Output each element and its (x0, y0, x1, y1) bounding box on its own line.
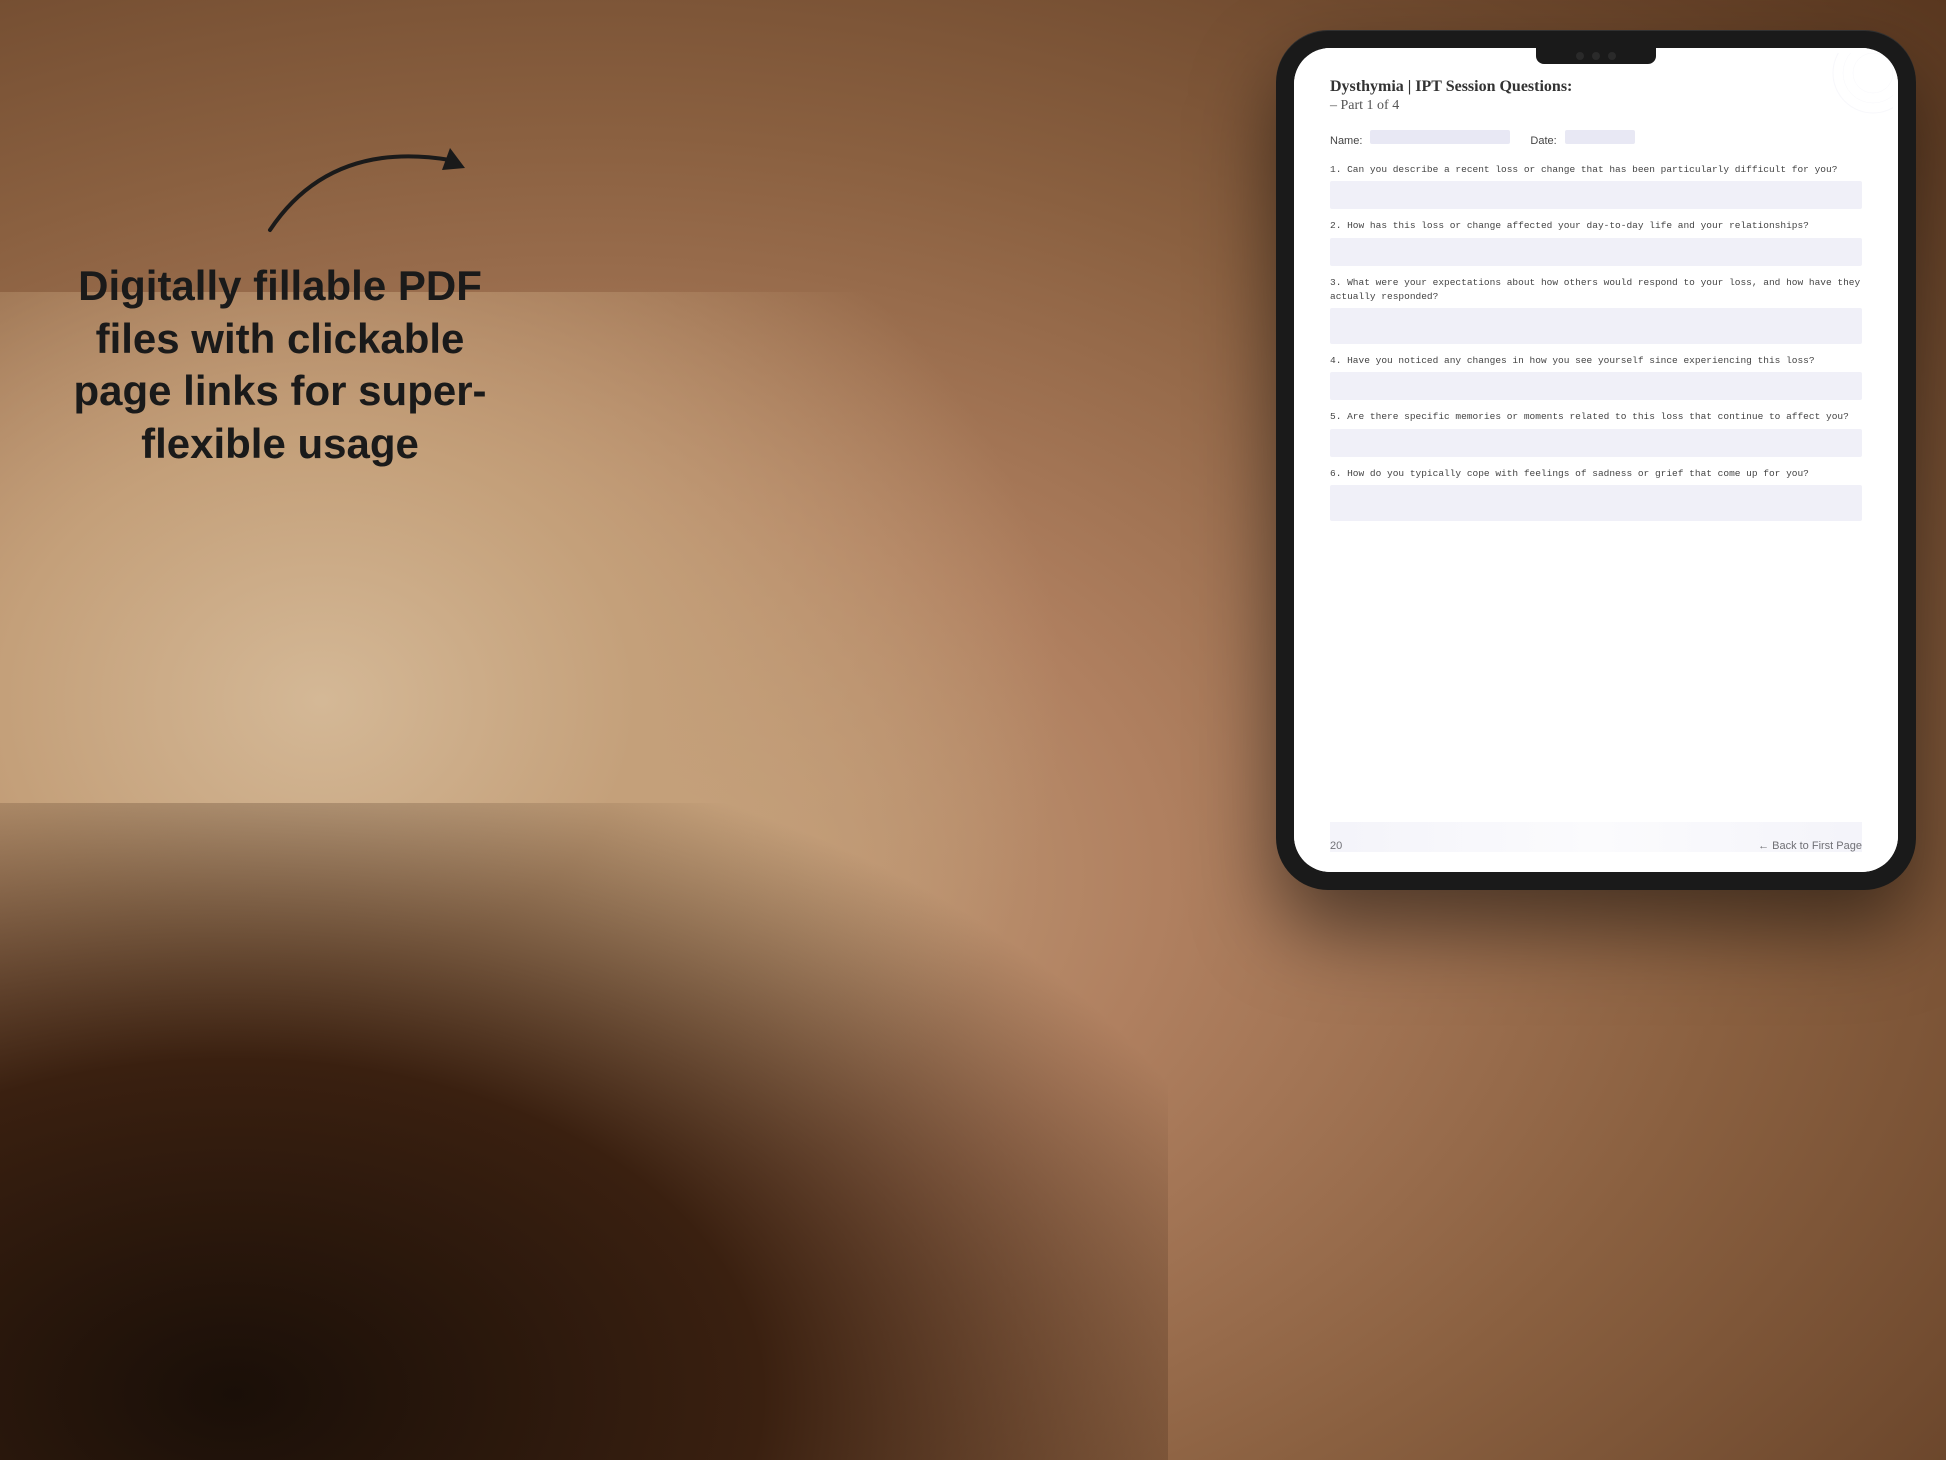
question-2-text: 2. How has this loss or change affected … (1330, 219, 1862, 233)
tablet-frame: Dysthymia | IPT Session Questions: – Par… (1276, 30, 1916, 890)
question-4-text: 4. Have you noticed any changes in how y… (1330, 354, 1862, 368)
answer-box-4[interactable] (1330, 372, 1862, 400)
question-4: 4. Have you noticed any changes in how y… (1330, 354, 1862, 400)
question-5-text: 5. Are there specific memories or moment… (1330, 410, 1862, 424)
pdf-subtitle: – Part 1 of 4 (1330, 98, 1862, 114)
name-input-field[interactable] (1370, 130, 1510, 144)
question-3-text: 3. What were your expectations about how… (1330, 276, 1862, 305)
answer-box-5[interactable] (1330, 429, 1862, 457)
footer-decoration (1330, 822, 1862, 852)
answer-box-3[interactable] (1330, 308, 1862, 344)
date-label: Date: (1530, 130, 1634, 149)
question-3: 3. What were your expectations about how… (1330, 276, 1862, 345)
question-6-text: 6. How do you typically cope with feelin… (1330, 467, 1862, 481)
camera-dot-3 (1608, 52, 1616, 60)
pdf-page: Dysthymia | IPT Session Questions: – Par… (1294, 48, 1898, 872)
answer-box-1[interactable] (1330, 181, 1862, 209)
camera-dot-2 (1592, 52, 1600, 60)
name-label: Name: (1330, 130, 1510, 149)
pdf-title: Dysthymia | IPT Session Questions: (1330, 78, 1862, 96)
answer-box-2[interactable] (1330, 238, 1862, 266)
arrow-decoration (250, 120, 530, 255)
question-6: 6. How do you typically cope with feelin… (1330, 467, 1862, 521)
answer-box-6[interactable] (1330, 485, 1862, 521)
question-1: 1. Can you describe a recent loss or cha… (1330, 163, 1862, 209)
tablet-device: Dysthymia | IPT Session Questions: – Par… (1276, 30, 1916, 890)
question-2: 2. How has this loss or change affected … (1330, 219, 1862, 265)
name-date-row: Name: Date: (1330, 130, 1862, 149)
pdf-content: Dysthymia | IPT Session Questions: – Par… (1330, 78, 1862, 852)
date-input-field[interactable] (1565, 130, 1635, 144)
marketing-heading: Digitally fillable PDF files with clicka… (60, 260, 500, 470)
question-1-text: 1. Can you describe a recent loss or cha… (1330, 163, 1862, 177)
tablet-camera-bar (1536, 48, 1656, 64)
pdf-footer: 20 ← Back to First Page (1330, 840, 1862, 852)
camera-dot-1 (1576, 52, 1584, 60)
question-5: 5. Are there specific memories or moment… (1330, 410, 1862, 456)
tablet-screen: Dysthymia | IPT Session Questions: – Par… (1294, 48, 1898, 872)
marketing-text-block: Digitally fillable PDF files with clicka… (60, 260, 500, 470)
